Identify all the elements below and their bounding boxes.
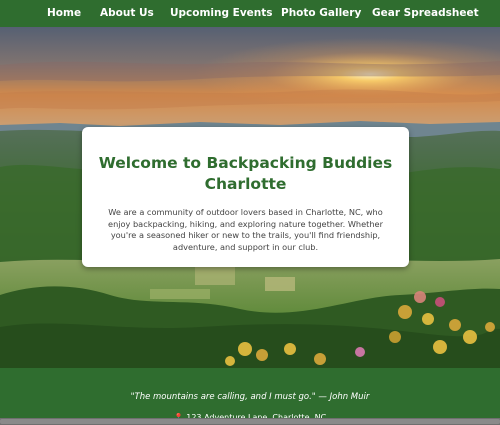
- nav-gear-spreadsheet[interactable]: Gear Spreadsheet: [372, 7, 479, 19]
- scrollbar-thumb[interactable]: [0, 419, 500, 424]
- footer: "The mountains are calling, and I must g…: [0, 368, 500, 425]
- nav-upcoming-events[interactable]: Upcoming Events: [170, 7, 273, 19]
- page-title: Welcome to Backpacking Buddies Charlotte: [98, 154, 393, 193]
- main-nav: Home About Us Upcoming Events Photo Gall…: [0, 0, 500, 27]
- welcome-description: We are a community of outdoor lovers bas…: [108, 207, 383, 252]
- footer-quote: "The mountains are calling, and I must g…: [130, 392, 370, 402]
- nav-about-us[interactable]: About Us: [100, 7, 154, 19]
- nav-home[interactable]: Home: [47, 7, 81, 19]
- nav-photo-gallery[interactable]: Photo Gallery: [281, 7, 361, 19]
- horizontal-scrollbar[interactable]: [0, 418, 500, 425]
- hero-section: Welcome to Backpacking Buddies Charlotte…: [0, 27, 500, 368]
- welcome-card: Welcome to Backpacking Buddies Charlotte…: [82, 127, 409, 267]
